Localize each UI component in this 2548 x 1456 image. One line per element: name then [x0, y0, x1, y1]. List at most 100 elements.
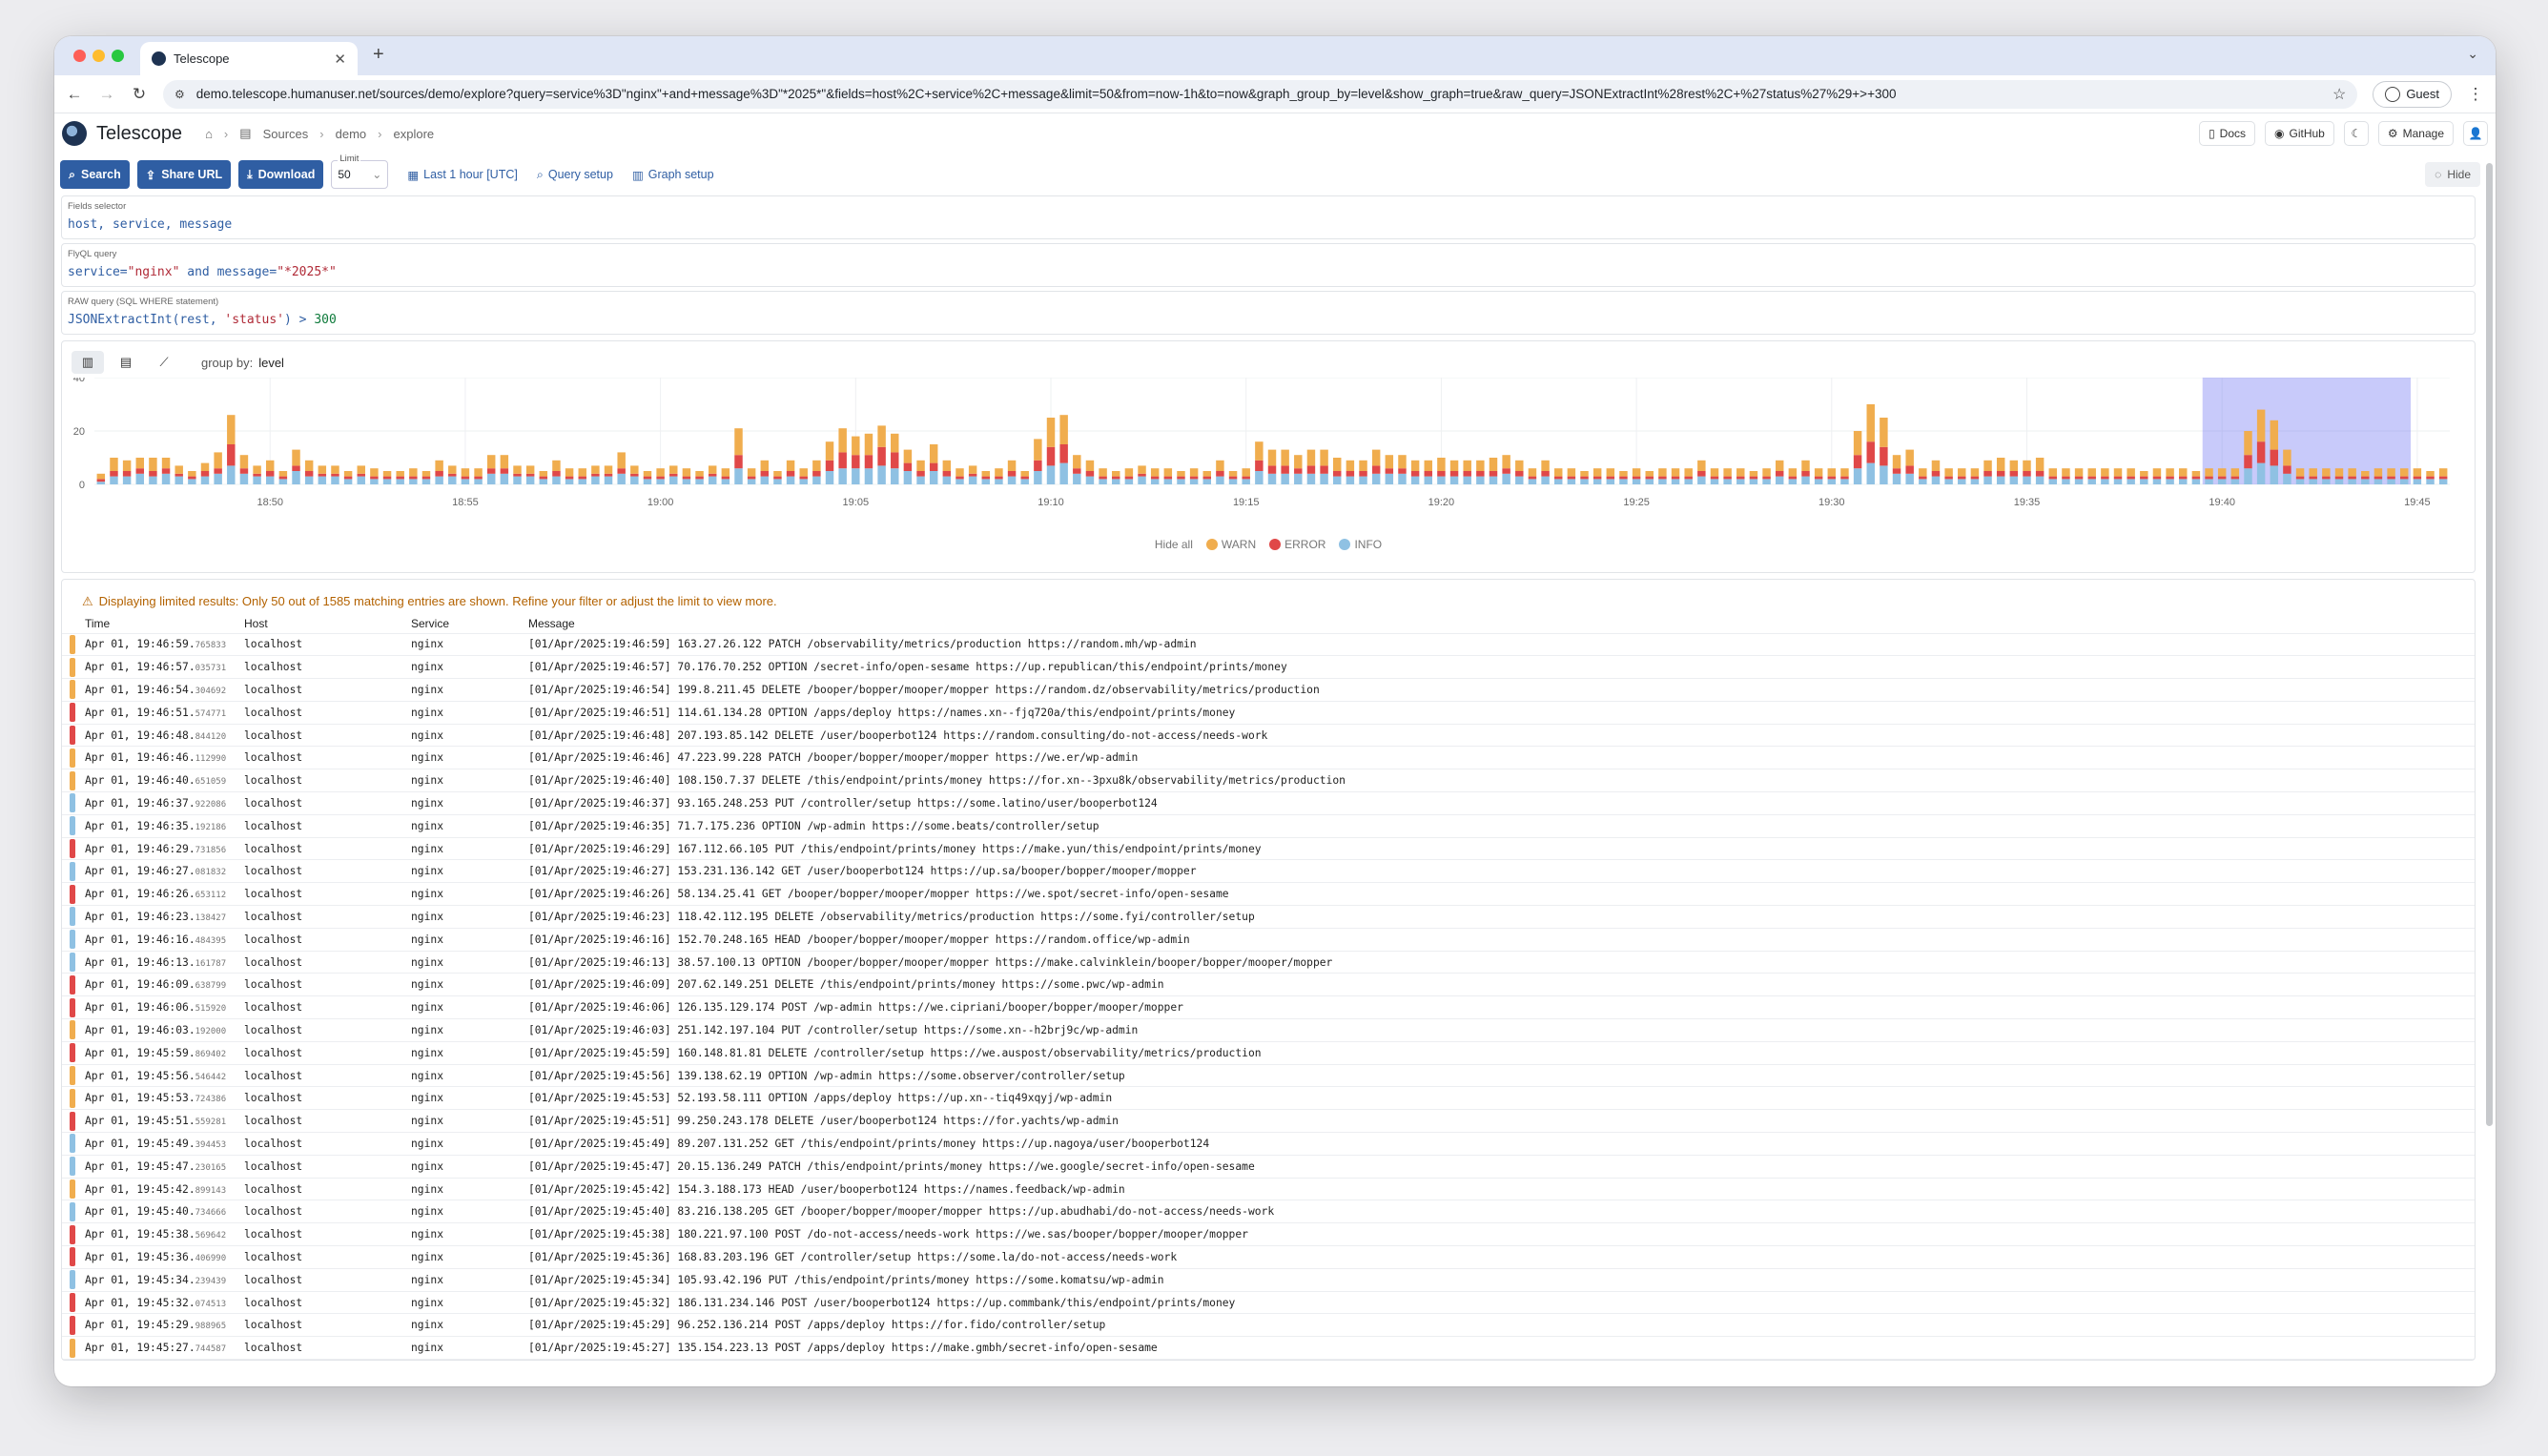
- table-row[interactable]: Apr 01, 19:46:37.922086 localhost nginx [01…: [62, 791, 2475, 815]
- page-scrollbar[interactable]: [2486, 163, 2493, 1126]
- bar-error: [461, 476, 470, 480]
- table-row[interactable]: Apr 01, 19:46:27.081832 localhost nginx [01…: [62, 859, 2475, 883]
- browser-menu-icon[interactable]: ⋮: [2467, 85, 2484, 104]
- host-cell: localhost: [244, 995, 411, 1019]
- time-cell: Apr 01, 19:46:57.035731: [85, 655, 244, 679]
- table-row[interactable]: Apr 01, 19:45:59.869402 localhost nginx [01…: [62, 1040, 2475, 1065]
- bar-info: [968, 476, 977, 484]
- legend-item-warn[interactable]: WARN: [1205, 538, 1256, 551]
- search-button[interactable]: ⌕ Search: [60, 160, 130, 189]
- share-url-button[interactable]: ⇪ Share URL: [136, 160, 232, 189]
- column-header-message[interactable]: Message: [528, 614, 2475, 633]
- user-menu-button[interactable]: 👤: [2463, 121, 2488, 146]
- graph-setup-button[interactable]: ▥ Graph setup: [632, 168, 714, 182]
- close-tab-icon[interactable]: ✕: [334, 51, 346, 68]
- level-indicator-cell: [62, 973, 85, 996]
- table-row[interactable]: Apr 01, 19:46:54.304692 localhost nginx [01…: [62, 678, 2475, 702]
- reload-icon[interactable]: ↻: [131, 85, 148, 104]
- forward-icon[interactable]: →: [98, 85, 115, 104]
- warning-text: Displaying limited results: Only 50 out …: [98, 594, 777, 608]
- table-row[interactable]: Apr 01, 19:45:40.734666 localhost nginx [01…: [62, 1200, 2475, 1223]
- legend-item-info[interactable]: INFO: [1339, 538, 1382, 551]
- column-header-service[interactable]: Service: [411, 614, 528, 633]
- raw-query-value[interactable]: JSONExtractInt(rest, 'status') > 300: [68, 313, 2469, 327]
- table-row[interactable]: Apr 01, 19:45:32.074513 localhost nginx [01…: [62, 1290, 2475, 1314]
- address-bar[interactable]: ⚙ demo.telescope.humanuser.net/sources/d…: [163, 79, 2358, 109]
- table-row[interactable]: Apr 01, 19:45:29.988965 localhost nginx [01…: [62, 1313, 2475, 1337]
- table-row[interactable]: Apr 01, 19:46:23.138427 localhost nginx [01…: [62, 905, 2475, 929]
- bar-warn: [1762, 468, 1771, 477]
- table-row[interactable]: Apr 01, 19:45:34.239439 localhost nginx [01…: [62, 1267, 2475, 1292]
- breadcrumb-sources[interactable]: Sources: [263, 127, 309, 141]
- hide-all-toggle[interactable]: Hide all: [1155, 538, 1193, 551]
- close-window-button[interactable]: [73, 50, 86, 62]
- column-header-host[interactable]: Host: [244, 614, 411, 633]
- hide-button[interactable]: ◌ Hide: [2425, 162, 2480, 187]
- line-chart-icon[interactable]: ⟋: [148, 351, 180, 374]
- table-row[interactable]: Apr 01, 19:46:09.638799 localhost nginx [01…: [62, 973, 2475, 996]
- home-icon[interactable]: ⌂: [205, 127, 213, 141]
- limit-select[interactable]: Limit 50 ⌄: [331, 154, 389, 189]
- table-row[interactable]: Apr 01, 19:46:26.653112 localhost nginx [01…: [62, 882, 2475, 906]
- table-row[interactable]: Apr 01, 19:45:25.529053localhostnginx[01…: [62, 1359, 2475, 1360]
- query-setup-button[interactable]: ⌕ Query setup: [537, 168, 613, 182]
- docs-button[interactable]: ▯ Docs: [2199, 121, 2256, 146]
- table-row[interactable]: Apr 01, 19:45:49.394453 localhost nginx [01…: [62, 1132, 2475, 1156]
- minimize-window-button[interactable]: [92, 50, 105, 62]
- flyql-string: "*2025*": [277, 265, 337, 279]
- table-row[interactable]: Apr 01, 19:46:48.844120 localhost nginx [01…: [62, 723, 2475, 747]
- fields-selector-value[interactable]: host, service, message: [68, 217, 2469, 232]
- bar-error: [2400, 476, 2409, 480]
- table-row[interactable]: Apr 01, 19:45:51.559281 localhost nginx [01…: [62, 1109, 2475, 1133]
- table-row[interactable]: Apr 01, 19:46:06.515920 localhost nginx [01…: [62, 995, 2475, 1019]
- time-range-button[interactable]: ▦ Last 1 hour [UTC]: [407, 168, 517, 182]
- download-button[interactable]: ⤓ Download: [238, 160, 324, 189]
- back-icon[interactable]: ←: [66, 85, 83, 104]
- telescope-logo-icon[interactable]: [62, 121, 87, 146]
- table-row[interactable]: Apr 01, 19:46:46.112990 localhost nginx [01…: [62, 746, 2475, 769]
- table-row[interactable]: Apr 01, 19:46:16.484395 localhost nginx [01…: [62, 927, 2475, 952]
- table-row[interactable]: Apr 01, 19:45:36.406990 localhost nginx [01…: [62, 1245, 2475, 1269]
- breadcrumb-demo[interactable]: demo: [336, 127, 367, 141]
- flyql-value[interactable]: service="nginx" and message="*2025*": [68, 265, 2469, 279]
- bar-error: [96, 479, 106, 482]
- legend-item-error[interactable]: ERROR: [1269, 538, 1325, 551]
- stacked-chart-icon[interactable]: ▤: [110, 351, 142, 374]
- raw-query-field[interactable]: RAW query (SQL WHERE statement) JSONExtr…: [61, 291, 2476, 335]
- bar-info: [500, 473, 509, 484]
- bookmark-star-icon[interactable]: ☆: [2332, 85, 2346, 104]
- table-row[interactable]: Apr 01, 19:46:13.161787 localhost nginx [01…: [62, 950, 2475, 974]
- table-row[interactable]: Apr 01, 19:46:57.035731 localhost nginx [01…: [62, 655, 2475, 679]
- browser-tab[interactable]: Telescope ✕: [140, 42, 358, 75]
- table-row[interactable]: Apr 01, 19:45:27.744587 localhost nginx [01…: [62, 1336, 2475, 1360]
- bar-info: [2217, 479, 2227, 484]
- group-by[interactable]: group by: level: [201, 356, 284, 370]
- brand-name[interactable]: Telescope: [96, 123, 182, 145]
- manage-button[interactable]: ⚙ Manage: [2377, 121, 2454, 146]
- table-row[interactable]: Apr 01, 19:45:47.230165 localhost nginx [01…: [62, 1154, 2475, 1179]
- table-row[interactable]: Apr 01, 19:45:42.899143 localhost nginx [01…: [62, 1177, 2475, 1200]
- table-row[interactable]: Apr 01, 19:46:35.192186 localhost nginx [01…: [62, 813, 2475, 838]
- fields-selector[interactable]: Fields selector host, service, message: [61, 195, 2476, 239]
- flyql-query-field[interactable]: FlyQL query service="nginx" and message=…: [61, 243, 2476, 287]
- site-info-icon[interactable]: ⚙: [175, 88, 185, 101]
- histogram-chart[interactable]: 0 20 40 18:50 18:55 19:00 19:05 19:10 19:15 19:20…: [62, 378, 2473, 540]
- column-header-time[interactable]: Time: [85, 614, 244, 633]
- bar-chart-icon[interactable]: ▥: [72, 351, 104, 374]
- table-row[interactable]: Apr 01, 19:46:40.651059 localhost nginx [01…: [62, 769, 2475, 792]
- profile-button[interactable]: Guest: [2373, 80, 2452, 108]
- table-row[interactable]: Apr 01, 19:45:38.569642 localhost nginx [01…: [62, 1222, 2475, 1246]
- github-button[interactable]: ◉ GitHub: [2265, 121, 2334, 146]
- table-row[interactable]: Apr 01, 19:46:03.192000 localhost nginx [01…: [62, 1018, 2475, 1042]
- url-text[interactable]: demo.telescope.humanuser.net/sources/dem…: [196, 87, 2321, 101]
- table-row[interactable]: Apr 01, 19:45:53.724386 localhost nginx [01…: [62, 1086, 2475, 1110]
- maximize-window-button[interactable]: [112, 50, 124, 62]
- new-tab-icon[interactable]: +: [373, 44, 384, 66]
- host-cell: localhost: [244, 882, 411, 906]
- theme-toggle-button[interactable]: ☾: [2343, 121, 2369, 146]
- table-row[interactable]: Apr 01, 19:45:56.546442 localhost nginx [01…: [62, 1063, 2475, 1087]
- table-row[interactable]: Apr 01, 19:46:59.765833 localhost nginx [01…: [62, 632, 2475, 656]
- table-row[interactable]: Apr 01, 19:46:29.731856 localhost nginx [01…: [62, 836, 2475, 860]
- table-row[interactable]: Apr 01, 19:46:51.574771 localhost nginx [01…: [62, 700, 2475, 725]
- tab-search-chevron-icon[interactable]: ⌄: [2467, 46, 2478, 62]
